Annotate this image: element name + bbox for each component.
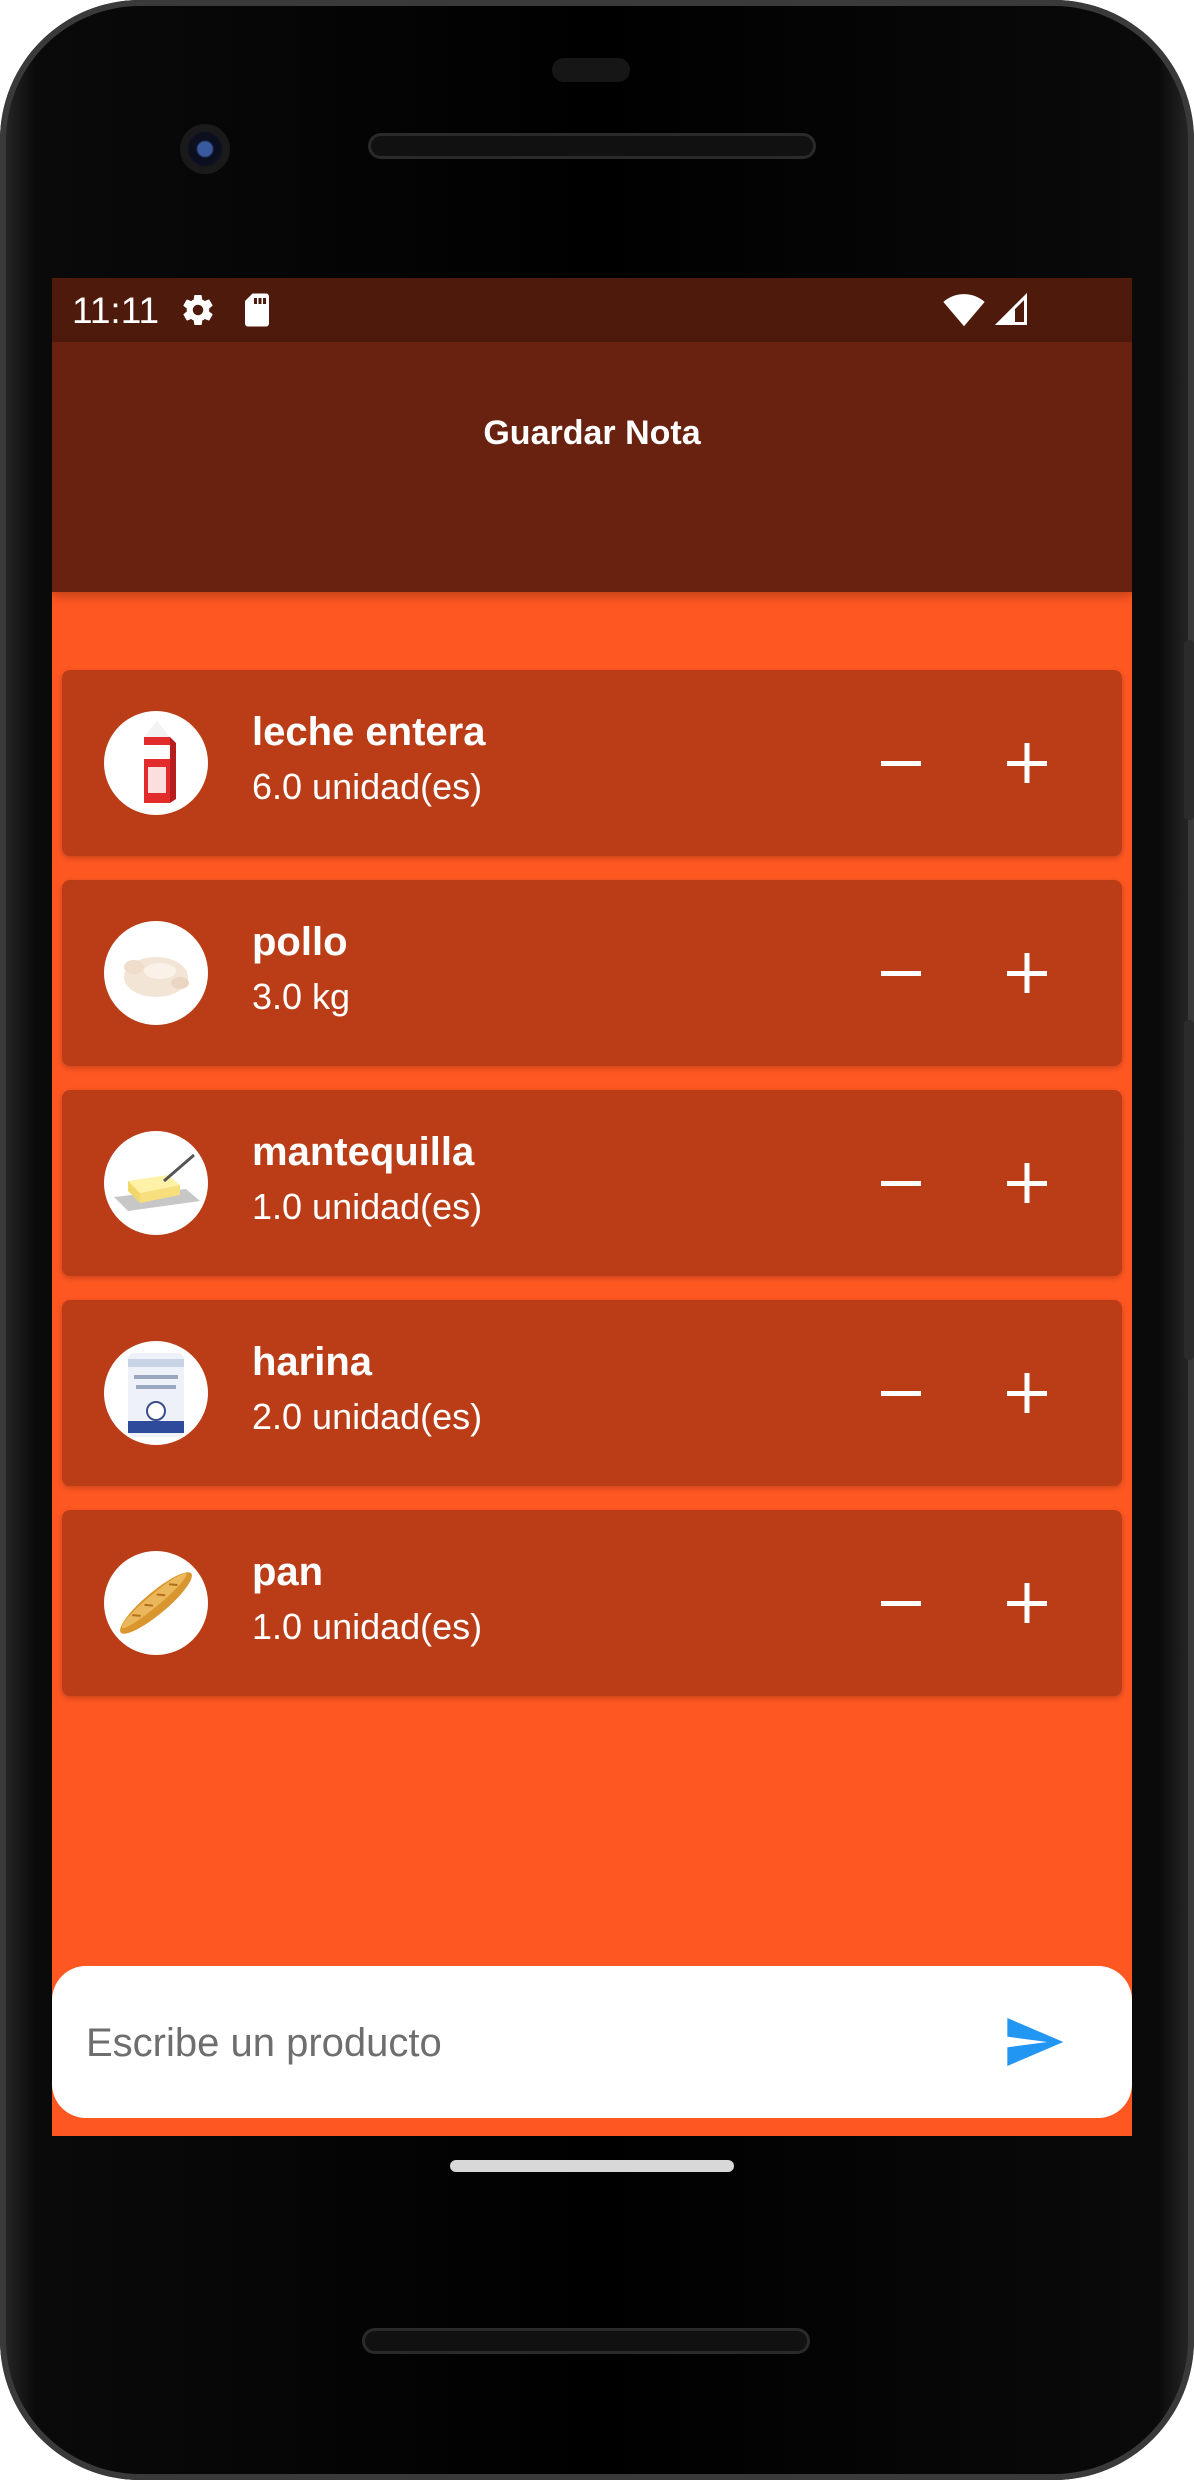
- list-item: harina 2.0 unidad(es): [62, 1300, 1122, 1486]
- decrease-button[interactable]: [856, 718, 946, 808]
- list-item: mantequilla 1.0 unidad(es): [62, 1090, 1122, 1276]
- product-composer: [52, 1966, 1132, 2118]
- list-item: pan 1.0 unidad(es): [62, 1510, 1122, 1696]
- item-quantity: 3.0 kg: [252, 976, 351, 1017]
- item-name: leche entera: [252, 710, 486, 754]
- sd-card-icon: [245, 293, 269, 327]
- app-bar: Guardar Nota: [52, 342, 1132, 592]
- item-quantity: 1.0 unidad(es): [252, 1186, 483, 1227]
- phone-frame: 11:11 Guardar Nota leche entera 6.0 unid…: [0, 0, 1194, 2480]
- increase-button[interactable]: [982, 718, 1072, 808]
- baguette-image: [104, 1551, 208, 1655]
- wifi-icon: [943, 294, 985, 327]
- bottom-speaker: [362, 2328, 810, 2354]
- home-gesture-bar[interactable]: [450, 2160, 734, 2172]
- item-name: mantequilla: [252, 1130, 475, 1174]
- decrease-button[interactable]: [856, 1348, 946, 1438]
- minus-icon: [881, 1391, 921, 1396]
- status-bar: 11:11: [52, 278, 1132, 342]
- plus-icon: [1007, 953, 1047, 993]
- minus-icon: [881, 1181, 921, 1186]
- settings-gear-icon: [183, 295, 213, 326]
- flour-bag-image: [104, 1341, 208, 1445]
- list-item: pollo 3.0 kg: [62, 880, 1122, 1066]
- decrease-button[interactable]: [856, 928, 946, 1018]
- list-item: leche entera 6.0 unidad(es): [62, 670, 1122, 856]
- app-bar-title: Guardar Nota: [483, 414, 701, 452]
- increase-button[interactable]: [982, 1138, 1072, 1228]
- plus-icon: [1007, 1163, 1047, 1203]
- item-name: harina: [252, 1340, 373, 1384]
- increase-button[interactable]: [982, 928, 1072, 1018]
- item-name: pan: [252, 1550, 324, 1594]
- raw-chicken-image: [104, 921, 208, 1025]
- power-button: [1184, 1020, 1194, 1360]
- minus-icon: [881, 971, 921, 976]
- plus-icon: [1007, 1583, 1047, 1623]
- cell-signal-icon: [994, 292, 1027, 325]
- proximity-sensor: [552, 58, 630, 82]
- item-quantity: 6.0 unidad(es): [252, 766, 483, 807]
- increase-button[interactable]: [982, 1558, 1072, 1648]
- butter-image: [104, 1131, 208, 1235]
- volume-button: [1184, 640, 1194, 820]
- plus-icon: [1007, 1373, 1047, 1413]
- plus-icon: [1007, 743, 1047, 783]
- top-speaker: [368, 133, 816, 159]
- product-list: leche entera 6.0 unidad(es) pollo 3.0 kg…: [62, 670, 1122, 1720]
- minus-icon: [881, 761, 921, 766]
- status-time: 11:11: [72, 290, 160, 331]
- minus-icon: [881, 1601, 921, 1606]
- product-input[interactable]: [84, 2004, 948, 2082]
- decrease-button[interactable]: [856, 1558, 946, 1648]
- increase-button[interactable]: [982, 1348, 1072, 1438]
- item-quantity: 2.0 unidad(es): [252, 1396, 483, 1437]
- item-quantity: 1.0 unidad(es): [252, 1606, 483, 1647]
- front-camera: [180, 124, 230, 174]
- screen: 11:11 Guardar Nota leche entera 6.0 unid…: [52, 278, 1132, 2136]
- send-icon[interactable]: [1002, 2010, 1066, 2074]
- item-name: pollo: [252, 920, 348, 964]
- decrease-button[interactable]: [856, 1138, 946, 1228]
- milk-carton-image: [104, 711, 208, 815]
